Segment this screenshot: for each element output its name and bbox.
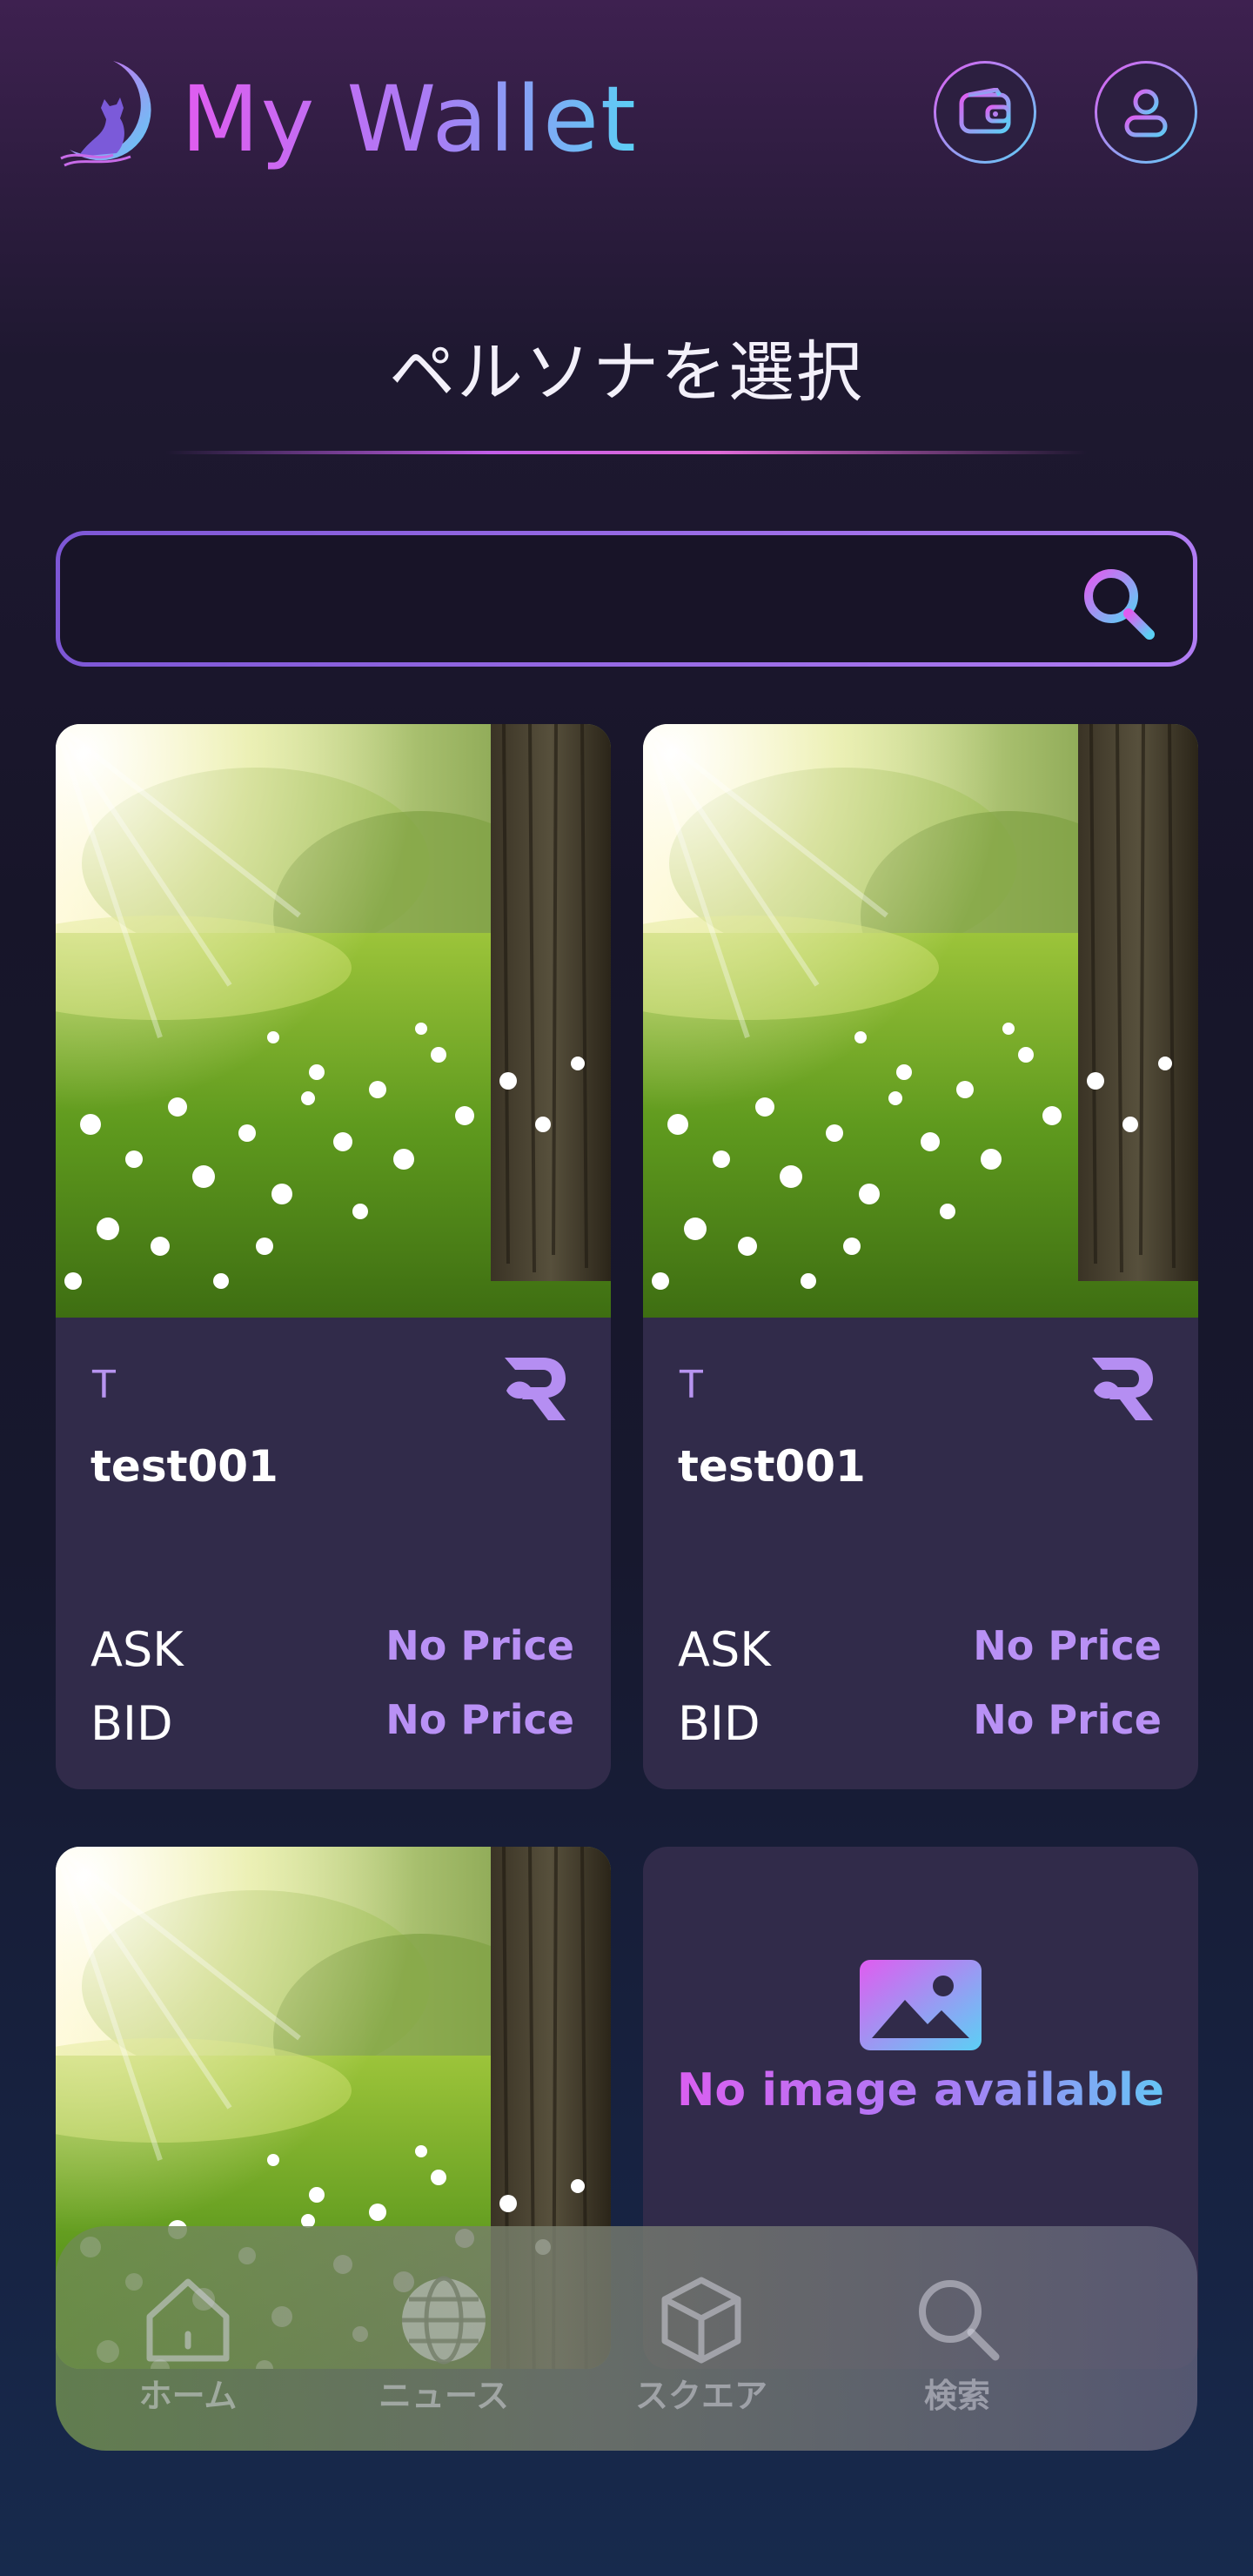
persona-name: test001 — [90, 1441, 278, 1492]
image-placeholder-icon — [860, 1960, 982, 2050]
search-icon[interactable] — [1076, 561, 1163, 648]
nav-label: スクエア — [634, 2377, 767, 2415]
profile-button[interactable] — [1095, 61, 1197, 164]
nav-item-news[interactable]: ニュース — [339, 2273, 548, 2417]
nav-label: ニュース — [378, 2377, 510, 2415]
persona-badge-icon — [505, 1358, 566, 1420]
persona-name: test001 — [678, 1441, 866, 1492]
bottom-navigation: ホーム ニュース スクエア 検索 — [56, 2226, 1197, 2451]
ask-label: ASK — [678, 1622, 771, 1677]
bid-label: BID — [90, 1696, 173, 1751]
globe-icon — [402, 2276, 486, 2365]
search-icon — [919, 2280, 1000, 2361]
persona-image — [643, 724, 1198, 1318]
persona-card-body: T test001 ASK No Price BID No Price — [643, 1318, 1198, 1789]
bid-value: No Price — [385, 1696, 574, 1743]
bid-label: BID — [678, 1696, 761, 1751]
nav-item-square[interactable]: スクエア — [597, 2273, 806, 2417]
search-input[interactable] — [86, 561, 1061, 636]
home-icon — [146, 2278, 230, 2362]
persona-badge-icon — [1092, 1358, 1153, 1420]
page-title: ペルソナを選択 — [389, 333, 864, 411]
no-image-placeholder: No image available — [643, 1960, 1198, 2116]
persona-image — [56, 724, 611, 1318]
user-icon — [1124, 89, 1168, 138]
cat-moon-logo-icon[interactable] — [52, 54, 164, 169]
nav-item-home[interactable]: ホーム — [84, 2273, 292, 2417]
ask-value: No Price — [385, 1622, 574, 1669]
app-header: My Wallet — [0, 0, 1253, 235]
nav-item-search[interactable]: 検索 — [853, 2273, 1062, 2417]
ask-label: ASK — [90, 1622, 184, 1677]
persona-symbol: T — [92, 1363, 116, 1407]
persona-card[interactable]: T test001 ASK No Price BID No Price — [643, 724, 1198, 1789]
title-divider — [165, 451, 1088, 454]
wallet-button[interactable] — [934, 61, 1036, 164]
persona-card-body: T test001 ASK No Price BID No Price — [56, 1318, 611, 1789]
nav-label: 検索 — [923, 2377, 990, 2415]
nav-label: ホーム — [138, 2377, 238, 2415]
app-title: My Wallet — [181, 63, 638, 176]
bid-value: No Price — [973, 1696, 1162, 1743]
no-image-text: No image available — [643, 2064, 1198, 2116]
search-bar — [56, 531, 1197, 667]
persona-symbol: T — [680, 1363, 703, 1407]
cube-icon — [661, 2277, 741, 2364]
wallet-icon — [959, 88, 1011, 134]
persona-card[interactable]: T test001 ASK No Price BID No Price — [56, 724, 611, 1789]
ask-value: No Price — [973, 1622, 1162, 1669]
